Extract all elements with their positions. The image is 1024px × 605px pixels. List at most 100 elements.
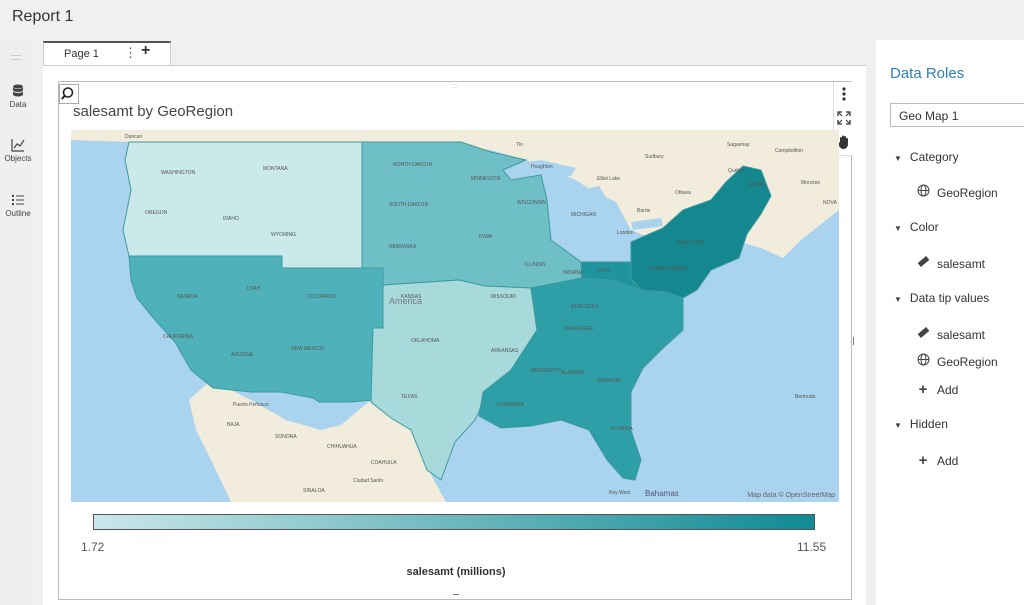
maximize-icon (837, 111, 851, 125)
map-label-alabama: ALABAMA (561, 370, 585, 376)
tab-page-1-label: Page 1 (64, 48, 99, 60)
object-select[interactable]: Geo Map 1 (890, 103, 1024, 127)
legend-title: salesamt (millions) (406, 566, 506, 578)
role-section-data-tip-values[interactable]: ▼ Data tip values (894, 291, 989, 305)
map-label-south-dakota: SOUTH DAKOTA (389, 202, 429, 208)
map-label-new-mexico: NEW MEXICO (291, 346, 324, 352)
objects-pane-label: Objects (4, 154, 32, 163)
map-label-california: CALIFORNIA (163, 334, 194, 340)
resize-handle-right[interactable] (848, 337, 854, 345)
role-section-label: Data tip values (909, 291, 990, 305)
map-label-georgia: GEORGIA (597, 378, 621, 384)
role-item-label: salesamt (937, 257, 986, 271)
role-section-label: Color (909, 220, 939, 234)
data-pane-button[interactable]: Data (0, 84, 36, 109)
map-label-sudbury: Sudbury (645, 154, 664, 160)
region-northwest[interactable] (122, 141, 363, 269)
caret-down-icon: ▼ (894, 295, 902, 304)
role-item-label: GeoRegion (937, 186, 998, 200)
role-item-georegion[interactable]: GeoRegion (916, 184, 998, 200)
title-bar: Report 1 (0, 0, 1024, 38)
map-label-tennessee: TENNESSEE (563, 326, 594, 332)
map-label-nebraska: NEBRASKA (389, 244, 417, 250)
caret-down-icon: ▼ (894, 154, 902, 163)
search-button[interactable] (59, 84, 79, 104)
role-item-label: salesamt (937, 328, 986, 342)
map-label-moncton: Moncton (801, 180, 820, 186)
map-label-arkansas: ARKANSAS (491, 348, 519, 354)
map-label-washington: WASHINGTON (161, 170, 196, 176)
region-southwest[interactable] (128, 255, 384, 403)
role-section-label: Category (909, 150, 959, 164)
outline-pane-label: Outline (5, 209, 31, 218)
map-label-illinois: ILLINOIS (525, 262, 546, 268)
map-label-barrie: Barrie (637, 208, 651, 214)
outline-pane-button[interactable]: Outline (0, 193, 36, 218)
plus-icon: + (918, 452, 928, 469)
map-label-coahuila: COAHUILA (371, 460, 397, 466)
resize-handle-bottom[interactable] (453, 594, 459, 600)
list-icon (12, 195, 24, 205)
role-item-label: GeoRegion (937, 355, 998, 369)
map-label-iowa: IOWA (479, 234, 493, 240)
map-label-ohio: OHIO (597, 268, 610, 274)
map-label-louisiana: LOUISIANA (497, 402, 524, 408)
map-label-pennsylvania: PENNSYLVANIA (649, 266, 687, 272)
map-label-wyoming: WYOMING (271, 232, 296, 238)
geo-map-object[interactable]: :::: salesamt by GeoRegion Duncan Tlo Su… (58, 81, 854, 600)
role-item-salesamt[interactable]: salesamt (916, 326, 985, 342)
map-label-new-york: NEW YORK (677, 240, 705, 246)
add-hidden-button[interactable]: + Add (916, 452, 959, 469)
map-label-saguenay: Saguenay (727, 142, 750, 148)
role-section-color[interactable]: ▼ Color (894, 220, 939, 234)
map-label-indiana: INDIANA (563, 270, 584, 276)
more-options-button[interactable] (834, 84, 854, 106)
role-item-salesamt[interactable]: salesamt (916, 255, 985, 271)
vertical-ellipsis-icon (842, 87, 846, 101)
role-section-hidden[interactable]: ▼ Hidden (894, 417, 948, 431)
map-label-elliot-lake: Elliot Lake (597, 176, 620, 182)
map-label-campbellton: Campbellton (775, 148, 803, 154)
map-label-minnesota: MINNESOTA (471, 176, 501, 182)
page-tab-strip: Page 1 ⋮ + (36, 38, 872, 66)
map-label-florida: FLORIDA (611, 426, 633, 432)
map-label-quebec: Québec (728, 168, 746, 174)
map-label-arizona: ARIZONA (231, 352, 254, 358)
data-roles-pane: Data Roles Geo Map 1 ▼ Category GeoRegion… (876, 40, 1024, 605)
add-label: Add (937, 383, 959, 397)
map-label-oregon: OREGON (145, 210, 168, 216)
objects-pane-button[interactable]: Objects (0, 138, 36, 163)
rail-grip-icon[interactable]: :::: (11, 52, 21, 62)
map-canvas[interactable]: Duncan Tlo Sudbury Saguenay Campbellton … (71, 130, 839, 502)
add-label: Add (937, 454, 959, 468)
globe-icon (916, 184, 930, 200)
role-item-georegion[interactable]: GeoRegion (916, 353, 998, 369)
caret-down-icon: ▼ (894, 421, 902, 430)
map-label-michigan: MICHIGAN (571, 212, 596, 218)
geo-map[interactable]: Duncan Tlo Sudbury Saguenay Campbellton … (71, 130, 839, 502)
add-data-tip-button[interactable]: + Add (916, 381, 959, 398)
search-icon (61, 87, 74, 100)
map-label-houghton: Houghton (531, 164, 553, 170)
map-label-maine: MAINE (749, 182, 766, 188)
maximize-button[interactable] (834, 108, 854, 130)
map-label-nevada: NEVADA (177, 294, 198, 300)
legend-min-label: 1.72 (81, 540, 105, 554)
role-section-category[interactable]: ▼ Category (894, 150, 959, 164)
map-label-missouri: MISSOURI (491, 294, 516, 300)
database-icon (13, 84, 23, 97)
map-label-london: London (617, 230, 634, 236)
tab-menu-icon[interactable]: ⋮ (124, 45, 137, 61)
add-page-button[interactable]: + (141, 42, 150, 60)
tab-page-1[interactable]: Page 1 ⋮ (43, 41, 171, 66)
map-label-puerto-penasco: Puerto Peñasco (233, 402, 269, 408)
move-handle-icon[interactable]: :::: (451, 84, 458, 90)
map-label-idaho: IDAHO (223, 216, 239, 222)
map-label-oklahoma: OKLAHOMA (411, 338, 440, 344)
plus-icon: + (918, 381, 928, 398)
map-label-texas: TEXAS (401, 394, 418, 400)
data-roles-title: Data Roles (890, 65, 965, 82)
measure-icon (916, 326, 930, 342)
caret-down-icon: ▼ (894, 224, 902, 233)
map-label-baja: BAJA (227, 422, 240, 428)
